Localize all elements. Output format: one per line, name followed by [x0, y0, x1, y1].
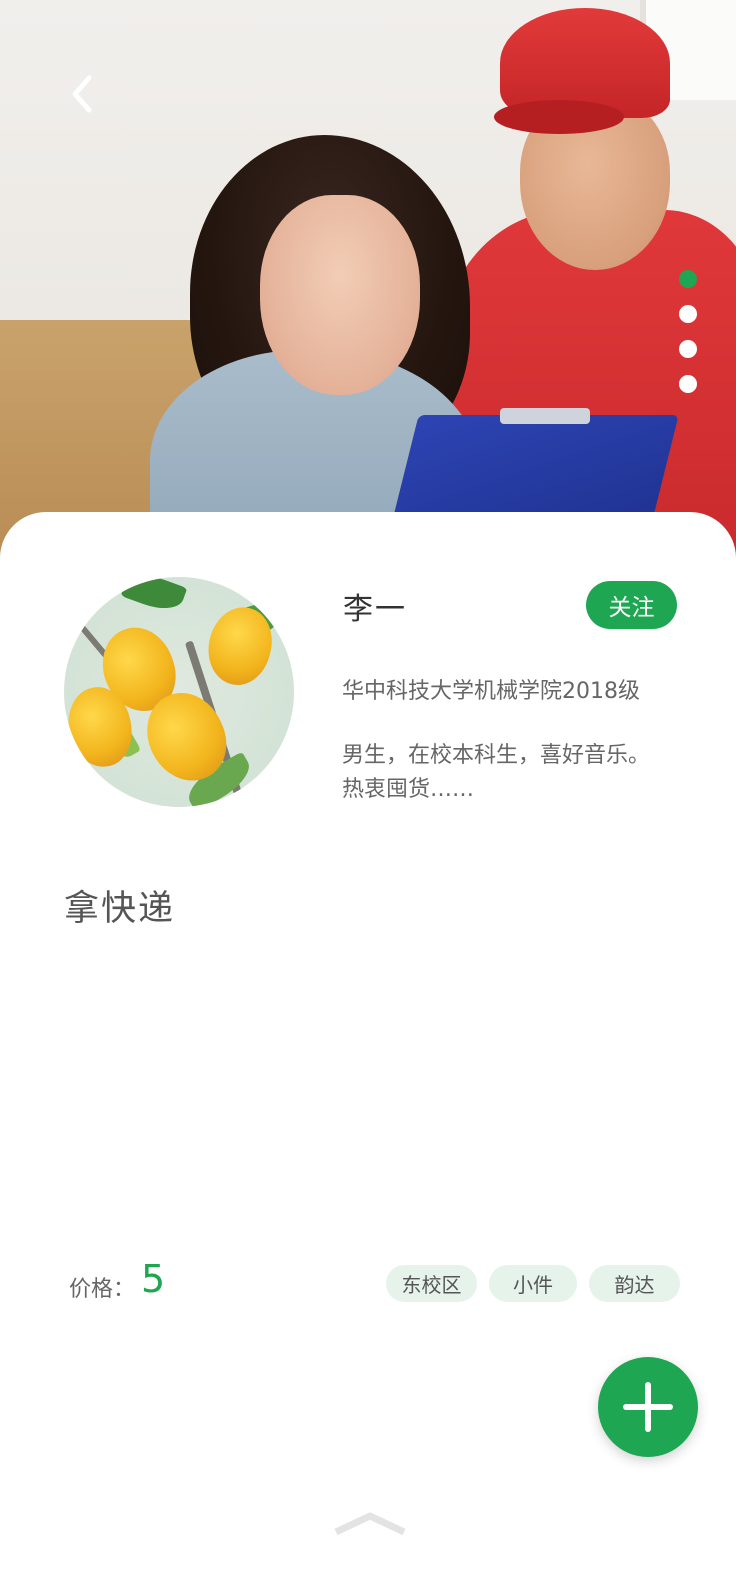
user-name: 李一 — [343, 592, 407, 627]
pager-dot-1[interactable] — [679, 270, 697, 288]
user-school: 华中科技大学机械学院2018级 — [342, 679, 640, 704]
user-bio: 男生，在校本科生，喜好音乐。 热衷囤货…… — [342, 739, 692, 807]
task-detail-page: 李一 关注 华中科技大学机械学院2018级 男生，在校本科生，喜好音乐。 热衷囤… — [0, 0, 736, 1593]
pager-dot-2[interactable] — [679, 305, 697, 323]
chevron-up-icon — [334, 1512, 406, 1536]
tag-campus: 东校区 — [386, 1265, 477, 1302]
pull-up-handle[interactable] — [334, 1510, 406, 1536]
bio-line-1: 男生，在校本科生，喜好音乐。 — [342, 743, 651, 768]
bio-line-2: 热衷囤货…… — [342, 777, 475, 802]
plus-icon — [623, 1382, 673, 1432]
price-value: 5 — [141, 1257, 166, 1301]
tag-size: 小件 — [489, 1265, 577, 1302]
follow-button[interactable]: 关注 — [586, 581, 677, 629]
avatar[interactable] — [64, 577, 294, 807]
hero-photo — [0, 0, 736, 560]
back-button[interactable] — [60, 72, 104, 116]
price-label: 价格： — [69, 1277, 136, 1302]
pager-dot-3[interactable] — [679, 340, 697, 358]
image-pager-dots[interactable] — [678, 270, 698, 393]
task-tags: 东校区 小件 韵达 — [386, 1265, 680, 1302]
tag-courier: 韵达 — [589, 1265, 680, 1302]
chevron-left-icon — [72, 75, 92, 113]
pager-dot-4[interactable] — [679, 375, 697, 393]
add-button[interactable] — [598, 1357, 698, 1457]
task-title: 拿快递 — [64, 889, 176, 929]
